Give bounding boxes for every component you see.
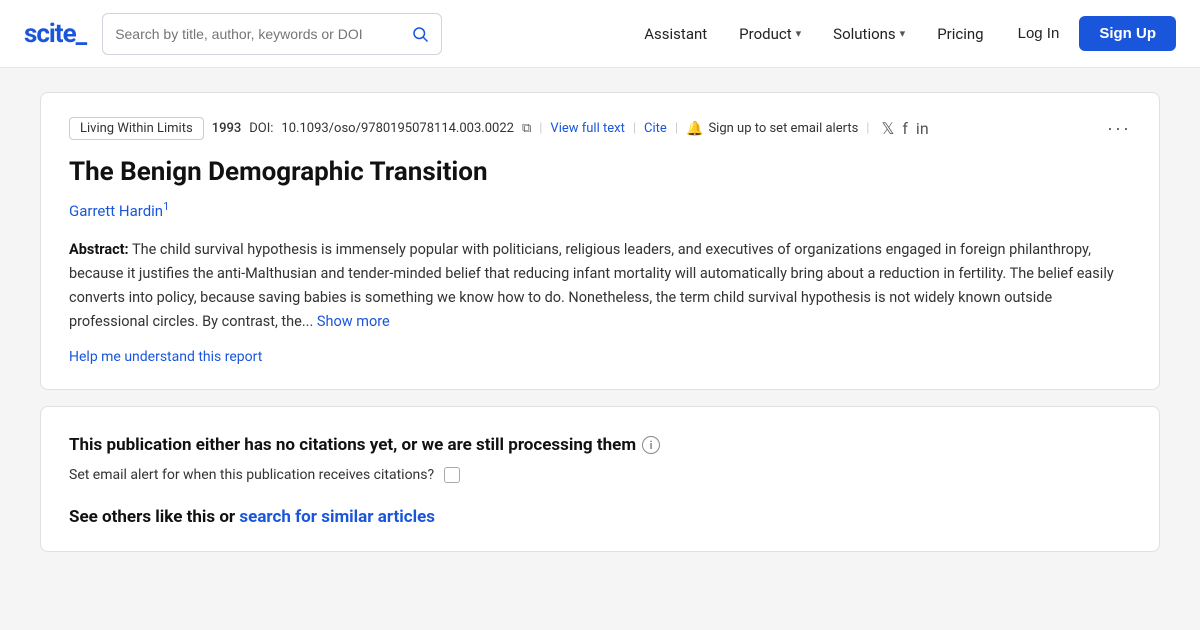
view-full-text-link[interactable]: View full text: [550, 121, 624, 136]
publication-year: 1993: [212, 121, 242, 136]
linkedin-icon[interactable]: in: [916, 119, 929, 138]
nav-pricing[interactable]: Pricing: [923, 17, 997, 51]
paper-author[interactable]: Garrett Hardin1: [69, 200, 169, 220]
bell-icon[interactable]: 🔔: [686, 121, 703, 137]
more-options-button[interactable]: ···: [1107, 118, 1131, 139]
doi-value: 10.1093/oso/9780195078114.003.0022: [281, 121, 514, 136]
social-icons: 𝕏 f in: [881, 119, 928, 138]
main-nav: Assistant Product ▾ Solutions ▾ Pricing …: [630, 16, 1176, 51]
nav-solutions[interactable]: Solutions ▾: [819, 17, 919, 51]
see-others: See others like this or search for simil…: [69, 507, 1131, 527]
search-icon: [411, 25, 429, 43]
copy-icon[interactable]: ⧉: [522, 121, 531, 136]
search-input[interactable]: [115, 26, 411, 42]
paper-title: The Benign Demographic Transition: [69, 156, 1131, 190]
cite-link[interactable]: Cite: [644, 121, 667, 136]
help-understand-link[interactable]: Help me understand this report: [69, 349, 262, 365]
nav-assistant[interactable]: Assistant: [630, 17, 721, 51]
paper-card: Living Within Limits 1993 DOI: 10.1093/o…: [40, 92, 1160, 390]
no-citations-heading: This publication either has no citations…: [69, 435, 1131, 455]
twitter-icon[interactable]: 𝕏: [881, 119, 894, 138]
chevron-down-icon: ▾: [900, 27, 906, 40]
citations-section: This publication either has no citations…: [40, 406, 1160, 552]
main-content: Living Within Limits 1993 DOI: 10.1093/o…: [20, 68, 1180, 576]
chevron-down-icon: ▾: [796, 27, 802, 40]
email-alert-meta: 🔔 Sign up to set email alerts: [686, 121, 858, 137]
facebook-icon[interactable]: f: [902, 119, 908, 138]
logo[interactable]: scite_: [24, 19, 86, 49]
abstract: Abstract: The child survival hypothesis …: [69, 238, 1131, 334]
login-button[interactable]: Log In: [1002, 17, 1076, 50]
info-icon[interactable]: i: [642, 436, 660, 454]
search-similar-link[interactable]: search for similar articles: [239, 507, 435, 527]
breadcrumb-tag: Living Within Limits: [69, 117, 204, 140]
author-superscript: 1: [163, 200, 169, 213]
nav-product[interactable]: Product ▾: [725, 17, 815, 51]
meta-row: Living Within Limits 1993 DOI: 10.1093/o…: [69, 117, 1131, 140]
signup-button[interactable]: Sign Up: [1079, 16, 1176, 51]
email-alert-checkbox[interactable]: [444, 467, 460, 483]
doi-label: DOI:: [249, 121, 273, 136]
abstract-text: The child survival hypothesis is immense…: [69, 241, 1114, 330]
abstract-label: Abstract:: [69, 241, 129, 258]
show-more-link[interactable]: Show more: [317, 313, 390, 330]
header: scite_ Assistant Product ▾ Solutions ▾ P…: [0, 0, 1200, 68]
search-bar: [102, 13, 442, 55]
search-button[interactable]: [411, 25, 429, 43]
email-alert-row: Set email alert for when this publicatio…: [69, 467, 1131, 483]
